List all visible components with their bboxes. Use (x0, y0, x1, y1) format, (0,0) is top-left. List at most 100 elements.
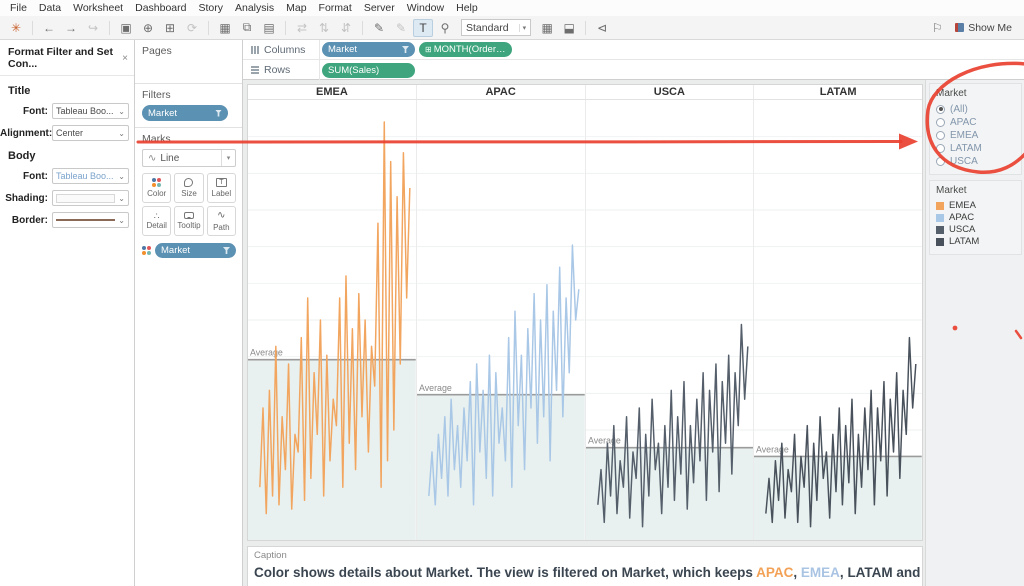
presentation-mode-icon[interactable]: ⬓ (559, 19, 579, 37)
facet-plot-latam[interactable]: Average (754, 100, 922, 540)
fit-mode-select[interactable]: Standard ▾ (461, 19, 531, 36)
share-icon[interactable]: ⊲ (592, 19, 612, 37)
forward-icon[interactable]: → (61, 19, 81, 37)
svg-text:Average: Average (587, 436, 620, 446)
columns-shelf[interactable]: Columns Market ⊞MONTH(Order Date) (243, 40, 1024, 60)
new-dashboard-icon[interactable]: ▦ (215, 19, 235, 37)
mark-button-tooltip[interactable]: Tooltip (174, 206, 203, 236)
filter-pill-market[interactable]: Market (142, 105, 228, 121)
mark-button-color[interactable]: Color (142, 173, 171, 203)
tooltip-toggle-icon[interactable]: ⚐ (927, 19, 947, 37)
show-me-button[interactable]: Show Me (949, 20, 1018, 36)
toolbar-separator (208, 21, 209, 35)
shelf-pill-sum-sales-[interactable]: SUM(Sales) (322, 63, 415, 78)
filter-option-latam[interactable]: LATAM (936, 142, 1016, 154)
legend-item-emea[interactable]: EMEA (936, 200, 1016, 211)
new-worksheet-icon[interactable]: ⊞ (160, 19, 180, 37)
legend-item-apac[interactable]: APAC (936, 212, 1016, 223)
menu-item-worksheet[interactable]: Worksheet (67, 1, 129, 15)
menu-item-map[interactable]: Map (280, 1, 312, 15)
clear-sheet-icon[interactable]: ▤ (259, 19, 279, 37)
mark-button-size[interactable]: Size (174, 173, 203, 203)
facet-plot-apac[interactable]: Average (417, 100, 586, 540)
chevron-down-icon[interactable]: ▾ (519, 24, 527, 32)
menu-item-help[interactable]: Help (450, 1, 484, 15)
radio-button[interactable] (936, 118, 945, 127)
new-datasource-icon[interactable]: ⊕ (138, 19, 158, 37)
tableau-logo-icon[interactable]: ✳ (6, 19, 26, 37)
menu-item-data[interactable]: Data (33, 1, 67, 15)
legend-swatch-icon (936, 202, 944, 210)
alignment-select[interactable]: Center ⌄ (52, 125, 129, 141)
filters-shelf[interactable]: Filters Market (135, 84, 242, 128)
rows-label: Rows (264, 64, 290, 76)
back-icon[interactable]: ← (39, 19, 59, 37)
title-font-select[interactable]: Tableau Boo... ⌄ (52, 103, 129, 119)
menu-item-file[interactable]: File (4, 1, 33, 15)
legend-swatch-icon (936, 226, 944, 234)
title-font-label: Font: (0, 106, 52, 117)
border-label: Border: (0, 215, 52, 226)
sort-ascending-icon[interactable]: ⇅ (314, 19, 334, 37)
marks-pill-market[interactable]: Market (155, 243, 236, 258)
filter-option-apac[interactable]: APAC (936, 116, 1016, 128)
shelf-pill-market[interactable]: Market (322, 42, 415, 57)
facet-header-apac[interactable]: APAC (417, 85, 586, 99)
legend-item-usca[interactable]: USCA (936, 224, 1016, 235)
fix-axes-icon[interactable]: ⚲ (435, 19, 455, 37)
save-icon[interactable]: ▣ (116, 19, 136, 37)
format-pen-icon[interactable]: ✎ (391, 19, 411, 37)
shading-select[interactable]: ⌄ (52, 190, 129, 206)
chevron-down-icon[interactable]: ▾ (221, 150, 235, 166)
rows-shelf[interactable]: Rows SUM(Sales) (243, 60, 1024, 80)
facet-header-latam[interactable]: LATAM (754, 85, 922, 99)
facet-header-emea[interactable]: EMEA (248, 85, 417, 99)
facet-header-usca[interactable]: USCA (586, 85, 755, 99)
highlight-icon[interactable]: ✎ (369, 19, 389, 37)
filter-option-all[interactable]: (All) (936, 103, 1016, 115)
menu-item-format[interactable]: Format (313, 1, 358, 15)
menu-item-story[interactable]: Story (192, 1, 229, 15)
mark-button-path[interactable]: ∿Path (207, 206, 236, 236)
refresh-icon[interactable]: ⟳ (182, 19, 202, 37)
filter-card-title: Market (936, 88, 1016, 99)
border-line-swatch (56, 219, 115, 221)
menu-item-server[interactable]: Server (358, 1, 401, 15)
menu-item-dashboard[interactable]: Dashboard (129, 1, 192, 15)
swap-axes-icon[interactable]: ⇄ (292, 19, 312, 37)
pages-shelf[interactable]: Pages (135, 40, 242, 84)
format-panel: Format Filter and Set Con... × Title Fon… (0, 40, 135, 586)
mark-type-select[interactable]: ∿ Line ▾ (142, 149, 236, 167)
undo-icon[interactable]: ↪ (83, 19, 103, 37)
mark-button-label[interactable]: TLabel (207, 173, 236, 203)
border-select[interactable]: ⌄ (52, 212, 129, 228)
menu-item-window[interactable]: Window (401, 1, 450, 15)
chevron-down-icon: ⌄ (118, 194, 125, 203)
legend-item-latam[interactable]: LATAM (936, 236, 1016, 247)
filter-option-emea[interactable]: EMEA (936, 129, 1016, 141)
menu-item-analysis[interactable]: Analysis (229, 1, 280, 15)
body-font-select[interactable]: Tableau Boo... ⌄ (52, 168, 129, 184)
caption-text: Color shows details about Market. The vi… (254, 565, 916, 580)
radio-button[interactable] (936, 131, 945, 140)
detail-icon: ∴ (154, 213, 160, 219)
cell-size-icon[interactable]: ▦ (537, 19, 557, 37)
radio-button[interactable] (936, 157, 945, 166)
sort-descending-icon[interactable]: ⇵ (336, 19, 356, 37)
market-filter-card: Market (All)APACEMEALATAMUSCA (929, 83, 1022, 175)
radio-button[interactable] (936, 144, 945, 153)
columns-label: Columns (264, 44, 305, 56)
mark-button-detail[interactable]: ∴Detail (142, 206, 171, 236)
duplicate-icon[interactable]: ⧉ (237, 19, 257, 37)
facet-plot-emea[interactable]: Average (248, 100, 417, 540)
shelf-pill-month-order-date-[interactable]: ⊞MONTH(Order Date) (419, 42, 512, 57)
svg-text:Average: Average (250, 348, 283, 358)
facet-plot-usca[interactable]: Average (586, 100, 755, 540)
show-mark-labels-icon[interactable]: T (413, 19, 433, 37)
shading-label: Shading: (0, 193, 52, 204)
close-icon[interactable]: × (122, 53, 128, 64)
shading-swatch (56, 194, 115, 203)
radio-button-selected[interactable] (936, 105, 945, 114)
filter-option-usca[interactable]: USCA (936, 155, 1016, 167)
caption-area: Caption Color shows details about Market… (247, 546, 923, 586)
